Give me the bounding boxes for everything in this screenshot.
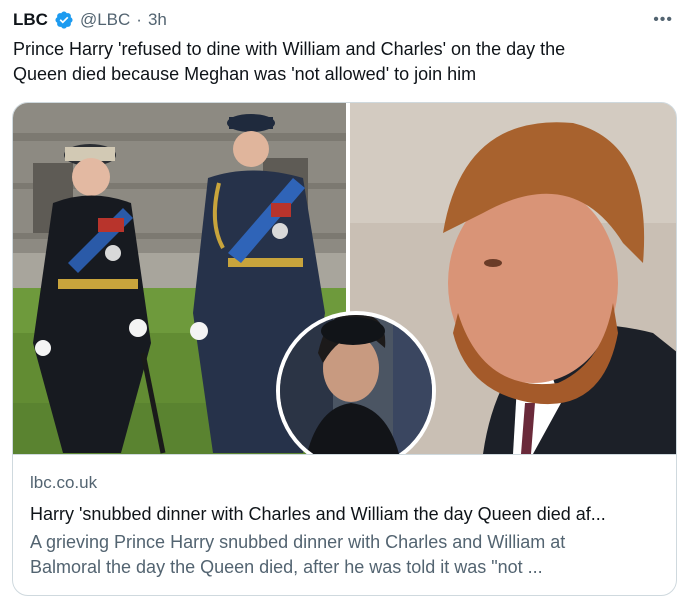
tweet-text-line: Prince Harry 'refused to dine with Willi… — [13, 39, 566, 59]
verified-badge-icon — [55, 11, 73, 29]
author-handle[interactable]: @LBC — [80, 10, 130, 30]
tweet-text: Prince Harry 'refused to dine with Willi… — [13, 37, 673, 87]
separator-dot: · — [136, 10, 142, 29]
card-description-line: A grieving Prince Harry snubbed dinner w… — [30, 532, 566, 552]
card-description: A grieving Prince Harry snubbed dinner w… — [30, 530, 670, 580]
card-photo-composite — [13, 103, 676, 454]
link-card[interactable]: lbc.co.uk Harry 'snubbed dinner with Cha… — [12, 102, 677, 596]
tweet-timestamp[interactable]: 3h — [148, 10, 167, 30]
tweet-header: LBC @LBC · 3h ••• — [13, 9, 673, 31]
card-meta[interactable]: lbc.co.uk Harry 'snubbed dinner with Cha… — [30, 472, 670, 580]
card-description-line: Balmoral the day the Queen died, after h… — [30, 557, 543, 577]
card-divider — [13, 454, 676, 455]
tweet-text-line: Queen died because Meghan was 'not allow… — [13, 64, 477, 84]
author-name[interactable]: LBC — [13, 10, 48, 30]
card-image[interactable] — [13, 103, 676, 454]
card-domain[interactable]: lbc.co.uk — [30, 472, 670, 494]
more-horizontal-icon[interactable]: ••• — [653, 12, 673, 28]
card-title[interactable]: Harry 'snubbed dinner with Charles and W… — [30, 502, 670, 526]
